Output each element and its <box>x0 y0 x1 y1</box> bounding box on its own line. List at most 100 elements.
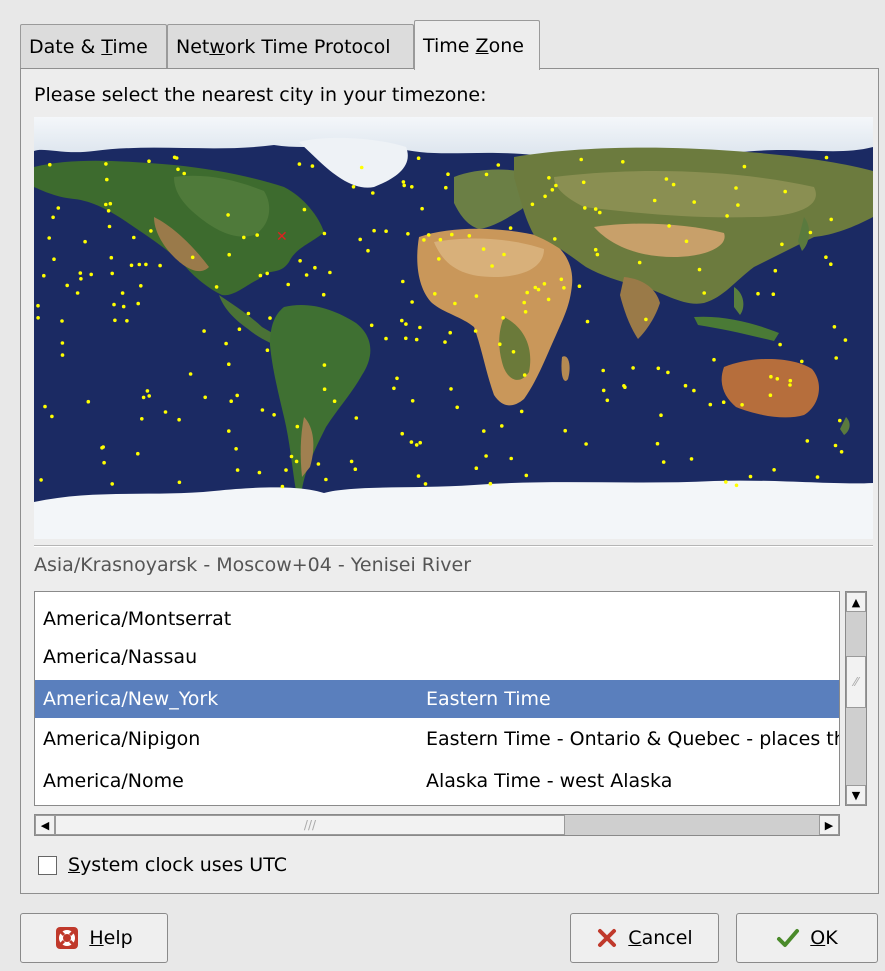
city-dot[interactable] <box>121 304 126 309</box>
city-dot[interactable] <box>488 481 493 486</box>
city-dot[interactable] <box>304 273 309 277</box>
city-dot[interactable] <box>132 235 136 240</box>
city-dot[interactable] <box>671 182 676 187</box>
city-dot[interactable] <box>106 209 111 213</box>
city-dot[interactable] <box>366 248 370 253</box>
list-item-selected[interactable]: America/New_York Eastern Time <box>35 680 839 718</box>
city-dot[interactable] <box>227 362 231 366</box>
city-dot[interactable] <box>815 475 820 479</box>
city-dot[interactable] <box>748 474 753 479</box>
city-dot[interactable] <box>298 259 302 263</box>
city-dot[interactable] <box>579 157 583 162</box>
scroll-left-button[interactable]: ◀ <box>35 815 55 835</box>
list-item[interactable]: America/Nassau <box>35 638 839 676</box>
city-dot[interactable] <box>523 310 528 314</box>
city-dot[interactable] <box>438 237 443 242</box>
horizontal-scrollbar[interactable]: ◀ /// ▶ <box>34 814 840 836</box>
utc-checkbox[interactable] <box>38 856 57 875</box>
city-dot[interactable] <box>284 468 288 472</box>
city-dot[interactable] <box>778 342 782 347</box>
city-dot[interactable] <box>371 191 375 195</box>
city-dot[interactable] <box>395 376 399 381</box>
city-dot[interactable] <box>498 342 502 346</box>
city-dot[interactable] <box>125 319 129 323</box>
city-dot[interactable] <box>448 330 453 335</box>
city-dot[interactable] <box>110 271 114 276</box>
city-dot[interactable] <box>359 165 364 170</box>
city-dot[interactable] <box>843 338 848 342</box>
city-dot[interactable] <box>136 451 140 456</box>
city-dot[interactable] <box>455 405 460 410</box>
city-dot[interactable] <box>176 167 180 172</box>
city-dot[interactable] <box>52 257 56 261</box>
city-dot[interactable] <box>524 473 529 478</box>
city-dot[interactable] <box>272 413 276 417</box>
city-dot[interactable] <box>742 164 747 169</box>
city-dot[interactable] <box>406 232 410 236</box>
help-button[interactable]: Help <box>20 913 168 963</box>
city-dot[interactable] <box>83 239 87 244</box>
city-dot[interactable] <box>702 291 706 295</box>
ok-button[interactable]: OK <box>736 913 878 963</box>
city-dot[interactable] <box>661 460 666 464</box>
city-dot[interactable] <box>553 237 557 241</box>
city-dot[interactable] <box>530 202 535 207</box>
city-dot[interactable] <box>295 424 300 429</box>
city-dot[interactable] <box>664 177 669 181</box>
city-dot[interactable] <box>369 323 374 328</box>
city-dot[interactable] <box>689 457 694 461</box>
city-dot[interactable] <box>581 180 586 185</box>
city-dot[interactable] <box>322 231 327 236</box>
city-dot[interactable] <box>712 357 716 362</box>
city-dot[interactable] <box>257 470 262 475</box>
city-dot[interactable] <box>226 213 230 217</box>
city-dot[interactable] <box>420 206 424 211</box>
city-dot[interactable] <box>585 319 590 324</box>
city-dot[interactable] <box>60 341 65 345</box>
city-dot[interactable] <box>302 207 307 212</box>
city-dot[interactable] <box>756 291 760 296</box>
city-dot[interactable] <box>202 329 206 333</box>
city-dot[interactable] <box>775 377 780 381</box>
city-dot[interactable] <box>56 206 61 210</box>
city-dot[interactable] <box>177 417 181 422</box>
city-dot[interactable] <box>416 156 421 160</box>
city-dot[interactable] <box>833 443 838 448</box>
city-dot[interactable] <box>423 482 428 486</box>
city-dot[interactable] <box>242 235 246 240</box>
city-dot[interactable] <box>543 194 547 199</box>
city-dot[interactable] <box>110 482 114 486</box>
city-dot[interactable] <box>484 454 488 458</box>
city-dot[interactable] <box>554 183 558 188</box>
city-dot[interactable] <box>509 456 513 461</box>
city-dot[interactable] <box>721 400 726 405</box>
city-dot[interactable] <box>36 303 40 308</box>
city-dot[interactable] <box>656 366 661 371</box>
city-dot[interactable] <box>684 239 689 244</box>
city-dot[interactable] <box>410 185 414 189</box>
city-dot[interactable] <box>136 301 140 306</box>
city-dot[interactable] <box>75 291 80 295</box>
city-dot[interactable] <box>418 325 422 330</box>
city-dot[interactable] <box>547 176 551 180</box>
city-dot[interactable] <box>500 424 504 428</box>
city-dot[interactable] <box>824 155 829 160</box>
city-dot[interactable] <box>433 292 437 296</box>
city-dot[interactable] <box>137 262 142 267</box>
city-dot[interactable] <box>536 287 541 292</box>
city-dot[interactable] <box>43 404 47 409</box>
city-dot[interactable] <box>550 188 555 192</box>
city-dot[interactable] <box>147 159 151 163</box>
city-dot[interactable] <box>605 398 610 403</box>
city-dot[interactable] <box>268 316 272 320</box>
city-dot[interactable] <box>740 403 744 407</box>
city-dot[interactable] <box>104 202 108 207</box>
city-dot[interactable] <box>414 443 419 447</box>
city-dot[interactable] <box>372 228 376 233</box>
city-dot[interactable] <box>522 373 527 377</box>
city-dot[interactable] <box>384 229 388 233</box>
city-dot[interactable] <box>422 238 426 242</box>
city-dot[interactable] <box>593 247 598 252</box>
city-dot[interactable] <box>235 468 240 472</box>
city-dot[interactable] <box>773 268 778 273</box>
